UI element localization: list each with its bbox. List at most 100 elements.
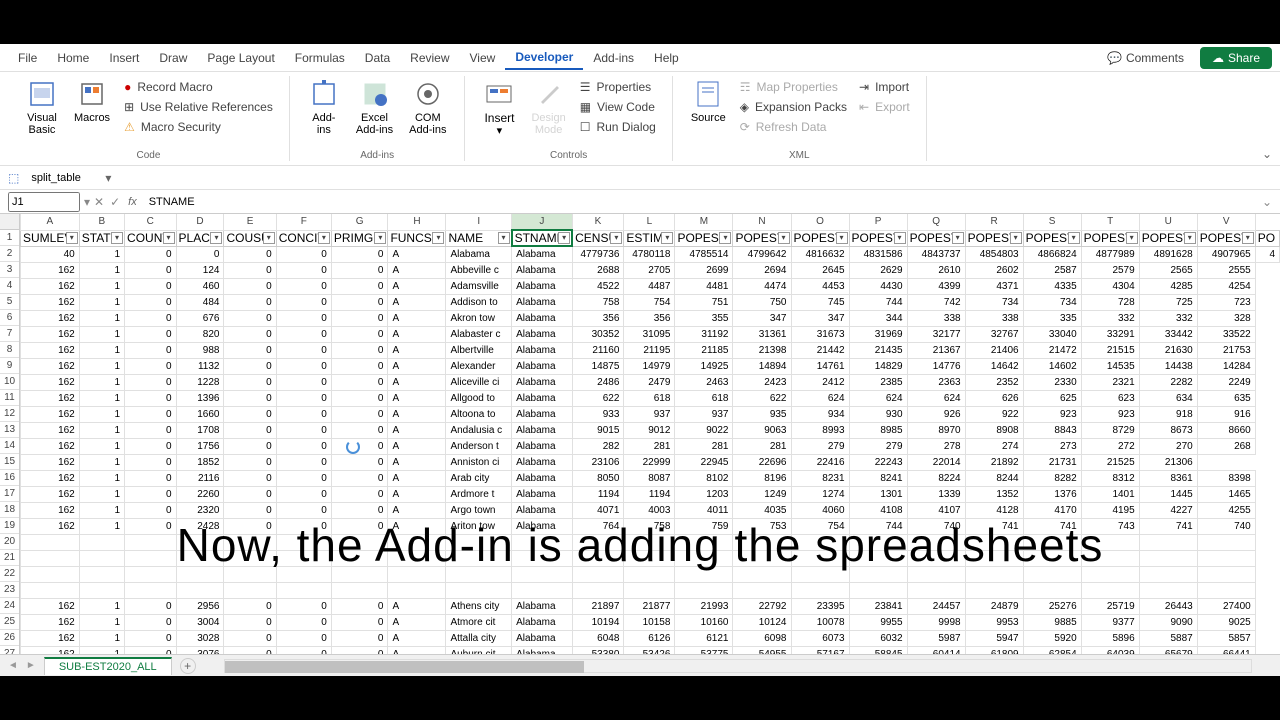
cell[interactable]: 1 <box>79 630 124 646</box>
filter-dropdown-icon[interactable]: ▾ <box>719 232 731 244</box>
cell[interactable]: Alabama <box>512 278 573 294</box>
cell[interactable]: 0 <box>224 646 276 654</box>
cell[interactable]: 4891628 <box>1139 246 1197 262</box>
col-header-M[interactable]: M <box>675 214 733 230</box>
cell[interactable]: 32767 <box>965 326 1023 342</box>
cell[interactable]: 0 <box>276 470 331 486</box>
cell[interactable]: 0 <box>331 342 388 358</box>
cell[interactable]: 355 <box>675 310 733 326</box>
cell[interactable]: A <box>388 470 446 486</box>
cell[interactable] <box>1139 582 1197 598</box>
cell[interactable]: 988 <box>176 342 224 358</box>
filter-header[interactable]: CENSU▾ <box>572 230 624 246</box>
cell[interactable]: 6121 <box>675 630 733 646</box>
cell-reference-box[interactable] <box>8 192 80 212</box>
cell[interactable]: 162 <box>21 422 80 438</box>
scrollbar-thumb[interactable] <box>225 661 584 673</box>
cell[interactable]: 8993 <box>791 422 849 438</box>
cell[interactable]: 0 <box>125 502 177 518</box>
cell[interactable]: 268 <box>1197 438 1255 454</box>
cell[interactable]: 758 <box>572 294 624 310</box>
cell[interactable]: 1 <box>79 438 124 454</box>
macro-security-button[interactable]: ⚠Macro Security <box>120 118 277 136</box>
cell[interactable]: 2463 <box>675 374 733 390</box>
cell[interactable]: 0 <box>224 502 276 518</box>
menu-formulas[interactable]: Formulas <box>285 47 355 69</box>
cell[interactable]: 1 <box>79 358 124 374</box>
cell[interactable]: 9955 <box>849 614 907 630</box>
filter-header[interactable]: STNAME▾ <box>512 230 573 246</box>
cell[interactable]: 0 <box>224 438 276 454</box>
cell[interactable]: A <box>388 374 446 390</box>
cell[interactable]: 0 <box>125 486 177 502</box>
filter-dropdown-icon[interactable]: ▾ <box>498 232 510 244</box>
cell[interactable]: 1 <box>79 294 124 310</box>
filter-dropdown-icon[interactable]: ▾ <box>374 232 386 244</box>
col-header-J[interactable]: J <box>512 214 573 230</box>
cell[interactable]: 635 <box>1197 390 1255 406</box>
cell[interactable]: Altoona to <box>446 406 512 422</box>
cell[interactable]: 1 <box>79 310 124 326</box>
cell[interactable]: 2486 <box>572 374 624 390</box>
cell[interactable]: 2956 <box>176 598 224 614</box>
cell[interactable]: 0 <box>331 326 388 342</box>
cell[interactable]: Alabama <box>512 598 573 614</box>
cell[interactable]: Auburn cit <box>446 646 512 654</box>
filter-dropdown-icon[interactable]: ▾ <box>558 232 570 244</box>
cell[interactable]: 2602 <box>965 262 1023 278</box>
cell[interactable]: 0 <box>331 246 388 262</box>
cell[interactable]: 0 <box>125 614 177 630</box>
cell[interactable]: 14894 <box>733 358 791 374</box>
filter-header[interactable]: POPEST▾ <box>1197 230 1255 246</box>
tab-nav-next[interactable]: ► <box>26 660 36 671</box>
cell[interactable]: 14438 <box>1139 358 1197 374</box>
cell[interactable]: 9025 <box>1197 614 1255 630</box>
col-header-H[interactable]: H <box>388 214 446 230</box>
cell[interactable]: 8312 <box>1081 470 1139 486</box>
filter-dropdown-icon[interactable]: ▾ <box>210 232 222 244</box>
cell[interactable]: 356 <box>572 310 624 326</box>
row-header[interactable]: 7 <box>0 326 19 342</box>
cell[interactable]: 1228 <box>176 374 224 390</box>
cell[interactable]: 0 <box>331 486 388 502</box>
cell[interactable]: Alabama <box>512 406 573 422</box>
cell[interactable]: Alabama <box>512 326 573 342</box>
import-button[interactable]: ⇥Import <box>855 78 914 96</box>
cell[interactable]: 4399 <box>907 278 965 294</box>
cell[interactable]: Alabama <box>512 438 573 454</box>
cell[interactable]: 8241 <box>849 470 907 486</box>
row-header[interactable]: 16 <box>0 470 19 486</box>
cell[interactable]: 0 <box>331 502 388 518</box>
cell[interactable]: 162 <box>21 406 80 422</box>
cell[interactable]: 53380 <box>572 646 624 654</box>
cell[interactable]: 2705 <box>624 262 675 278</box>
cell[interactable]: 744 <box>849 294 907 310</box>
cell[interactable]: 8398 <box>1197 470 1255 486</box>
cell[interactable]: 21160 <box>572 342 624 358</box>
cell[interactable]: 2249 <box>1197 374 1255 390</box>
filter-header[interactable]: PO <box>1255 230 1279 246</box>
cell[interactable]: 0 <box>224 278 276 294</box>
cell[interactable]: Aliceville ci <box>446 374 512 390</box>
cell[interactable]: 5947 <box>965 630 1023 646</box>
cell[interactable]: 2363 <box>907 374 965 390</box>
cell[interactable]: 0 <box>224 390 276 406</box>
cell[interactable]: 0 <box>276 374 331 390</box>
cellref-dropdown[interactable]: ▾ <box>84 195 90 209</box>
cell[interactable]: 338 <box>965 310 1023 326</box>
cell[interactable]: 31361 <box>733 326 791 342</box>
cell[interactable]: 754 <box>624 294 675 310</box>
cell[interactable]: 347 <box>733 310 791 326</box>
cell[interactable]: 22999 <box>624 454 675 470</box>
comments-button[interactable]: 💬 Comments <box>1099 47 1192 69</box>
cell[interactable]: 0 <box>125 598 177 614</box>
filter-header[interactable]: POPEST▾ <box>1081 230 1139 246</box>
menu-developer[interactable]: Developer <box>505 46 583 70</box>
cell[interactable]: 1396 <box>176 390 224 406</box>
cell[interactable]: A <box>388 358 446 374</box>
cell[interactable]: 2587 <box>1023 262 1081 278</box>
cell[interactable]: A <box>388 502 446 518</box>
cell[interactable]: 1852 <box>176 454 224 470</box>
cell[interactable]: 4304 <box>1081 278 1139 294</box>
cell[interactable]: Alabama <box>512 646 573 654</box>
